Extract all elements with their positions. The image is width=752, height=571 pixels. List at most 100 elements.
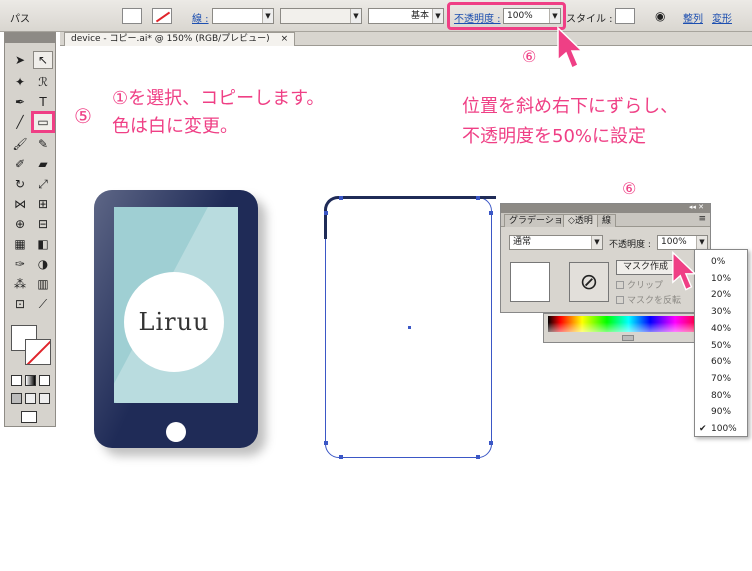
blend-tool-icon[interactable]: ◑ bbox=[33, 255, 53, 273]
step6-note-line1: 位置を斜め右下にずらし、 bbox=[462, 96, 679, 117]
panel-tabs: グラデーション ◇透明 線 ≡ bbox=[501, 213, 710, 227]
symbol-sprayer-tool-icon[interactable]: ⁂ bbox=[10, 275, 30, 293]
panel-title-bar[interactable]: ◂◂ ✕ bbox=[501, 203, 710, 213]
column-graph-tool-icon[interactable]: ▥ bbox=[33, 275, 53, 293]
color-mode-buttons bbox=[11, 375, 51, 389]
variable-width-dropdown[interactable]: ▼ bbox=[280, 8, 362, 24]
mesh-tool-icon[interactable]: ▦ bbox=[10, 235, 30, 253]
step6-marker-top: ⑥ bbox=[522, 47, 537, 66]
anchor-point[interactable] bbox=[476, 196, 480, 200]
draw-behind-icon[interactable] bbox=[25, 393, 36, 404]
tab-transparency[interactable]: ◇透明 bbox=[563, 214, 598, 227]
perspective-grid-tool-icon[interactable]: ⊟ bbox=[33, 215, 53, 233]
opacity-option[interactable]: 80% bbox=[695, 388, 747, 405]
scale-tool-icon[interactable]: ⤢ bbox=[33, 175, 53, 193]
direct-selection-tool-icon[interactable]: ↖ bbox=[33, 51, 53, 69]
screen-mode-icon[interactable] bbox=[21, 411, 37, 423]
brush-dropdown[interactable]: 基本 ▼ bbox=[368, 8, 444, 24]
clip-label: クリップ bbox=[627, 281, 664, 291]
opacity-option-label: 70% bbox=[711, 373, 732, 384]
eraser-tool-icon[interactable]: ▰ bbox=[33, 155, 53, 173]
tools-panel: ➤ ↖ ✦ ℛ ✒ T ╱ ▭ 🖌 ✎ ✐ ▰ ↻ ⤢ ⋈ ⊞ ⊕ ⊟ ▦ ◧ … bbox=[4, 32, 56, 427]
close-tab-icon[interactable]: × bbox=[281, 34, 289, 44]
opacity-option[interactable]: 20% bbox=[695, 287, 747, 304]
opacity-option[interactable]: 70% bbox=[695, 371, 747, 388]
tools-panel-grip[interactable] bbox=[5, 33, 55, 43]
document-tab[interactable]: device - コピー.ai* @ 150% (RGB/プレビュー) × bbox=[64, 32, 296, 46]
make-mask-button[interactable]: マスク作成 bbox=[616, 260, 676, 275]
gradient-mode-icon[interactable] bbox=[25, 375, 36, 386]
selection-tool-icon[interactable]: ➤ bbox=[10, 51, 30, 69]
color-mode-icon[interactable] bbox=[11, 375, 22, 386]
opacity-option[interactable]: 90% bbox=[695, 404, 747, 421]
draw-inside-icon[interactable] bbox=[39, 393, 50, 404]
align-link[interactable]: 整列 bbox=[683, 10, 703, 25]
rotate-tool-icon[interactable]: ↻ bbox=[10, 175, 30, 193]
panel-menu-icon[interactable]: ≡ bbox=[698, 214, 706, 224]
gradient-tool-icon[interactable]: ◧ bbox=[33, 235, 53, 253]
object-thumbnail bbox=[510, 262, 550, 302]
none-mode-icon[interactable] bbox=[39, 375, 50, 386]
opacity-option[interactable]: 40% bbox=[695, 321, 747, 338]
opacity-option[interactable]: 30% bbox=[695, 304, 747, 321]
opacity-option[interactable]: 50% bbox=[695, 338, 747, 355]
opacity-option[interactable]: 0% bbox=[695, 254, 747, 271]
type-tool-icon[interactable]: T bbox=[33, 93, 53, 111]
pencil-tool-icon[interactable]: ✎ bbox=[33, 135, 53, 153]
lasso-tool-icon[interactable]: ℛ bbox=[33, 73, 53, 91]
opacity-option[interactable]: 10% bbox=[695, 271, 747, 288]
graphic-style-swatch[interactable] bbox=[615, 8, 635, 24]
rectangle-tool-icon[interactable]: ▭ bbox=[31, 111, 55, 133]
invert-mask-checkbox[interactable]: マスクを反転 bbox=[616, 293, 681, 306]
free-transform-tool-icon[interactable]: ⊞ bbox=[33, 195, 53, 213]
anchor-point[interactable] bbox=[324, 441, 328, 445]
stroke-link[interactable]: 線 : bbox=[192, 10, 209, 25]
collapse-panel-icon[interactable]: ◂◂ ✕ bbox=[689, 203, 704, 211]
anchor-point[interactable] bbox=[339, 455, 343, 459]
blend-mode-value: 通常 bbox=[513, 237, 532, 247]
opacity-option[interactable]: 60% bbox=[695, 354, 747, 371]
zoom-tool-icon[interactable] bbox=[33, 303, 53, 321]
step5-marker: ⑤ bbox=[74, 104, 92, 128]
tab-stroke[interactable]: 線 bbox=[597, 214, 617, 227]
recolor-icon[interactable]: ◉ bbox=[655, 9, 665, 23]
anchor-point[interactable] bbox=[489, 211, 493, 215]
no-mask-icon[interactable]: ⊘ bbox=[569, 262, 609, 302]
panel-opacity-value: 100% bbox=[661, 237, 687, 247]
anchor-point[interactable] bbox=[324, 211, 328, 215]
opacity-option-label: 30% bbox=[711, 307, 732, 318]
stroke-weight-dropdown[interactable]: ▼ bbox=[212, 8, 274, 24]
anchor-point[interactable] bbox=[489, 441, 493, 445]
eyedropper-tool-icon[interactable]: ✑ bbox=[10, 255, 30, 273]
clip-checkbox[interactable]: クリップ bbox=[616, 278, 663, 291]
magic-wand-tool-icon[interactable]: ✦ bbox=[10, 73, 30, 91]
panel-opacity-field[interactable]: 100% ▼ bbox=[657, 235, 708, 250]
blob-brush-tool-icon[interactable]: ✐ bbox=[10, 155, 30, 173]
line-tool-icon[interactable]: ╱ bbox=[10, 113, 30, 131]
hand-tool-icon[interactable] bbox=[10, 303, 30, 321]
stroke-swatch[interactable] bbox=[152, 8, 172, 24]
blend-mode-dropdown[interactable]: 通常 ▼ bbox=[509, 235, 603, 250]
anchor-point[interactable] bbox=[339, 196, 343, 200]
document-tab-title: device - コピー.ai* @ 150% (RGB/プレビュー) bbox=[71, 34, 270, 44]
panel-resize-handle[interactable] bbox=[622, 335, 634, 341]
transform-link[interactable]: 変形 bbox=[712, 10, 732, 25]
draw-normal-icon[interactable] bbox=[11, 393, 22, 404]
mouse-cursor-icon bbox=[557, 26, 584, 70]
opacity-option-label: 40% bbox=[711, 323, 732, 334]
tablet-screen: Liruu bbox=[114, 207, 238, 403]
opacity-option[interactable]: ✔ 100% bbox=[695, 421, 747, 438]
pen-tool-icon[interactable]: ✒ bbox=[10, 93, 30, 111]
opacity-option-label: 50% bbox=[711, 340, 732, 351]
copied-white-shape[interactable] bbox=[324, 196, 496, 459]
step6-marker-panel: ⑥ bbox=[622, 179, 637, 198]
shape-builder-tool-icon[interactable]: ⊕ bbox=[10, 215, 30, 233]
logo-circle: Liruu bbox=[124, 272, 224, 372]
width-tool-icon[interactable]: ⋈ bbox=[10, 195, 30, 213]
tablet-illustration[interactable]: Liruu bbox=[94, 190, 258, 448]
stroke-color-box[interactable] bbox=[25, 339, 51, 365]
anchor-point[interactable] bbox=[476, 455, 480, 459]
fill-swatch[interactable] bbox=[122, 8, 142, 24]
paintbrush-tool-icon[interactable]: 🖌 bbox=[10, 135, 30, 153]
color-spectrum[interactable] bbox=[548, 316, 703, 332]
